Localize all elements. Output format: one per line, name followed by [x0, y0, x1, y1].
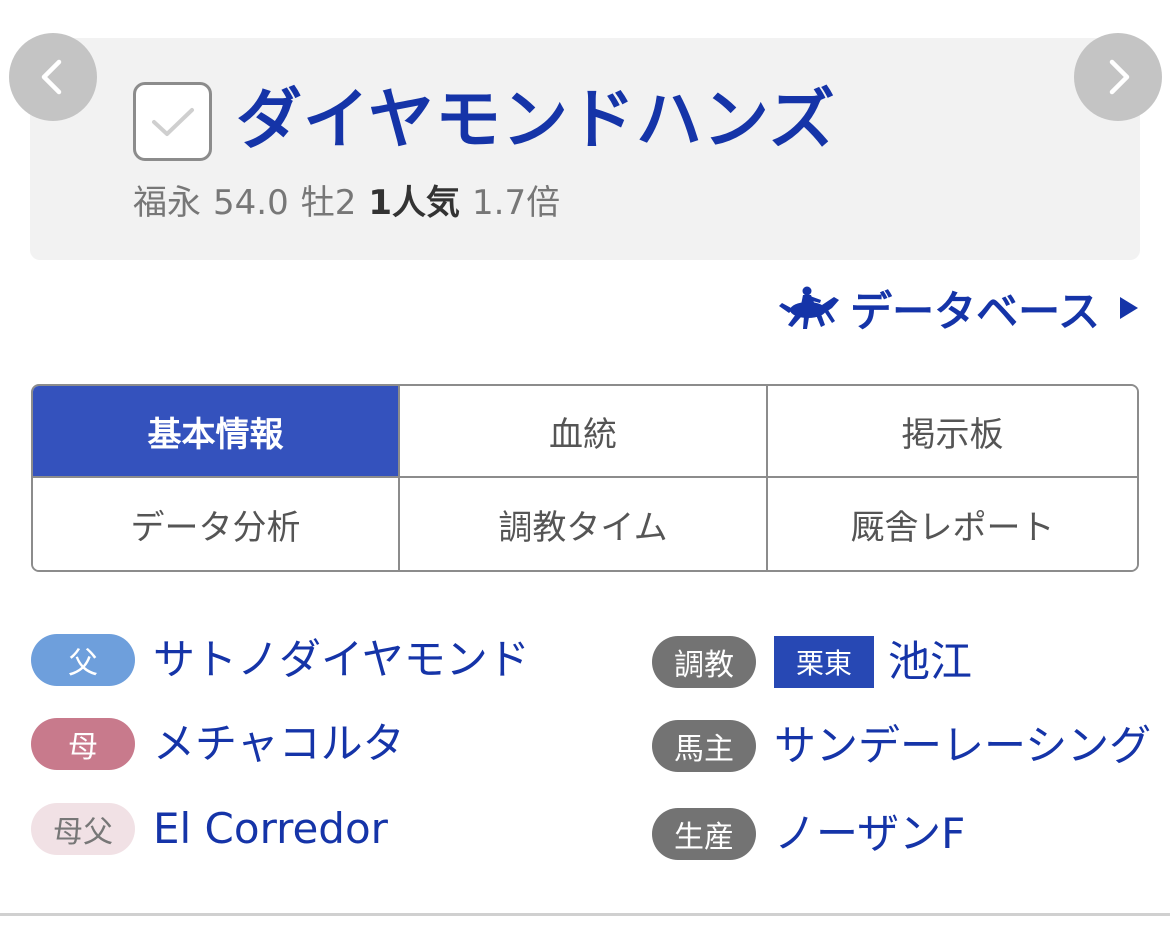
owner-tag: 馬主: [652, 720, 756, 772]
chevron-left-icon: [41, 59, 62, 95]
mother-father-row: 母父 El Corredor: [31, 801, 388, 857]
mother-father-name-link[interactable]: El Corredor: [153, 801, 388, 857]
trainer-tag: 調教: [652, 636, 756, 688]
trainer-name-link[interactable]: 池江: [888, 634, 972, 690]
mother-row: 母 メチャコルタ: [31, 716, 405, 772]
tab-stable-report[interactable]: 厩舎レポート: [768, 478, 1137, 570]
father-name-link[interactable]: サトノダイヤモンド: [153, 632, 530, 688]
tab-pedigree[interactable]: 血統: [400, 386, 768, 478]
breeder-tag: 生産: [652, 808, 756, 860]
mother-tag: 母: [31, 718, 135, 770]
horse-name: ダイヤモンドハンズ: [236, 81, 836, 158]
owner-name-link[interactable]: サンデーレーシング: [774, 718, 1151, 774]
bottom-divider: [0, 913, 1170, 916]
father-row: 父 サトノダイヤモンド: [31, 632, 530, 688]
breeder-row: 生産 ノーザンF: [652, 806, 965, 862]
database-link[interactable]: データベース: [776, 280, 1140, 336]
chevron-right-icon: [1109, 59, 1130, 95]
tab-training-times[interactable]: 調教タイム: [400, 478, 768, 570]
horse-meta: 福永 54.0 牡2 1人気 1.7倍: [133, 180, 572, 226]
tab-message-board[interactable]: 掲示板: [768, 386, 1137, 478]
odds: 1.7倍: [472, 183, 561, 223]
popularity: 1人気: [368, 183, 461, 223]
check-icon: [151, 107, 194, 136]
tab-grid: 基本情報 血統 掲示板 データ分析 調教タイム 厩舎レポート: [31, 384, 1139, 572]
previous-horse-button[interactable]: [9, 33, 97, 121]
favorite-checkbox[interactable]: [133, 82, 212, 161]
next-horse-button[interactable]: [1074, 33, 1162, 121]
breeder-name-link[interactable]: ノーザンF: [774, 806, 965, 862]
triangle-right-icon: [1120, 297, 1138, 319]
father-tag: 父: [31, 634, 135, 686]
database-link-label: データベース: [850, 286, 1100, 336]
trainer-region-badge: 栗東: [774, 636, 875, 688]
jockey-horse-icon: [779, 286, 840, 329]
horse-detail-page: ダイヤモンドハンズ 福永 54.0 牡2 1人気 1.7倍 データベース 基本情報: [0, 0, 1170, 943]
owner-row: 馬主 サンデーレーシング: [652, 718, 1151, 774]
carried-weight: 54.0: [213, 183, 289, 223]
mother-name-link[interactable]: メチャコルタ: [153, 716, 405, 772]
tab-data-analysis[interactable]: データ分析: [33, 478, 400, 570]
sex-age: 牡2: [300, 183, 357, 223]
mother-father-tag: 母父: [31, 803, 135, 855]
tab-basic-info[interactable]: 基本情報: [33, 386, 400, 478]
jockey-name: 福永: [133, 183, 201, 223]
trainer-row: 調教 栗東 池江: [652, 634, 972, 690]
